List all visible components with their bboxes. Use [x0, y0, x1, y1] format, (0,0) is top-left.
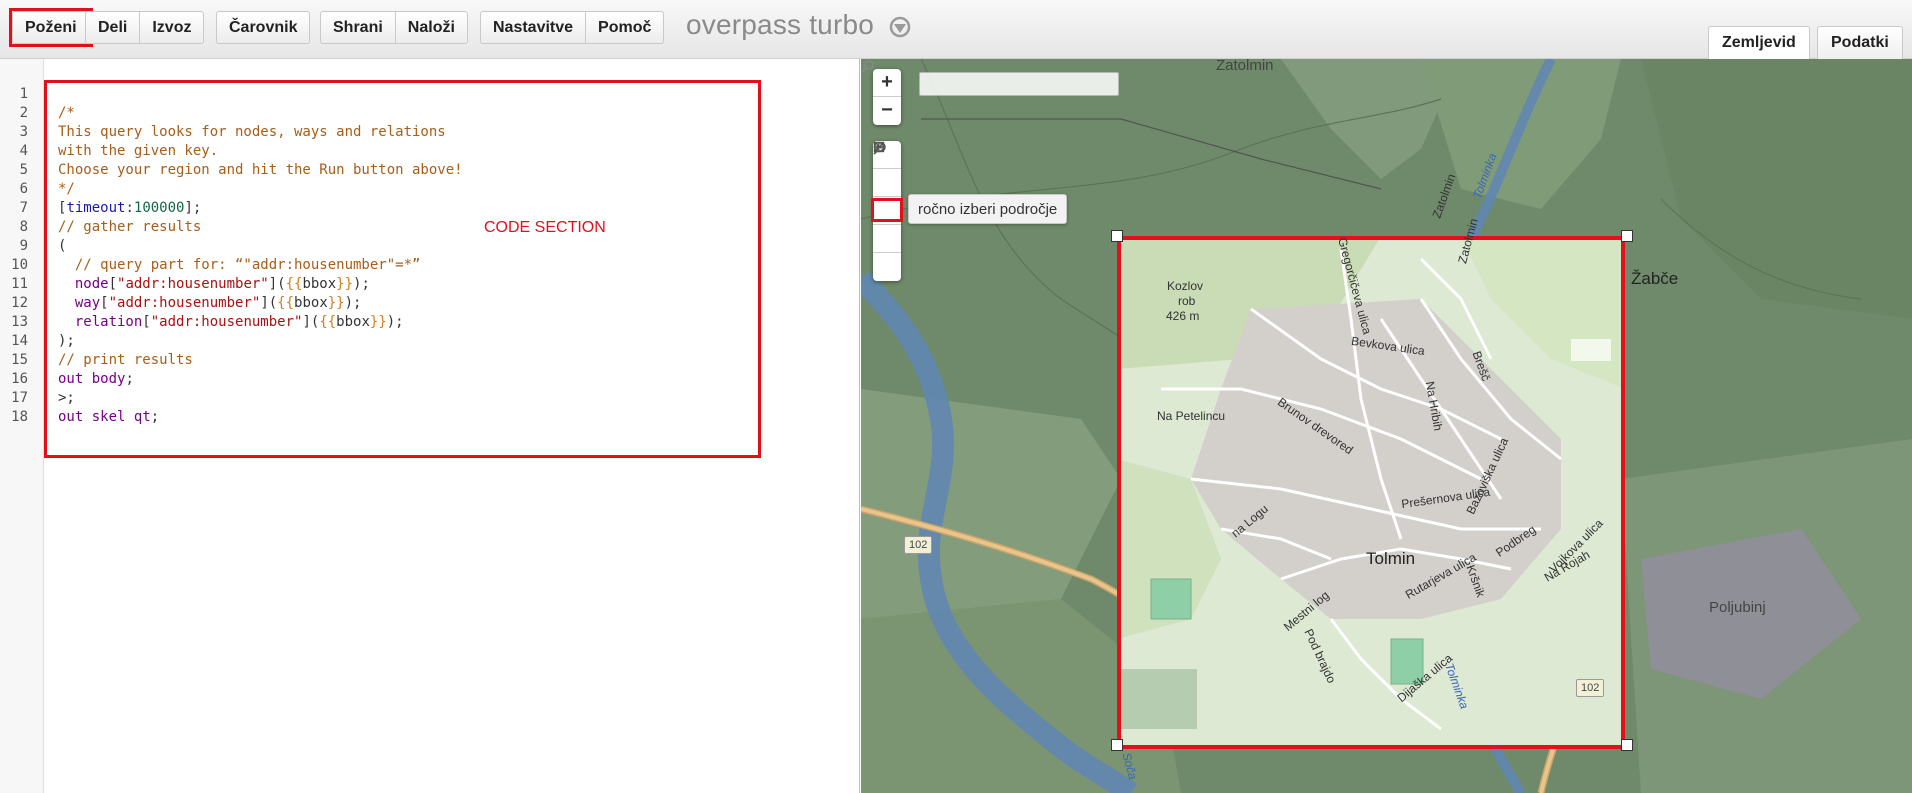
line-number: 1: [19, 86, 28, 102]
line-number: 8: [19, 219, 28, 235]
bbox-handle-top-right[interactable]: [1621, 230, 1633, 242]
map-label-tolmin: Tolmin: [1366, 549, 1416, 568]
line-number: 9: [19, 238, 28, 254]
no-entry-icon[interactable]: [873, 141, 901, 281]
line-number: 3: [19, 124, 28, 140]
zoom-control: + −: [873, 69, 901, 125]
toolbar: Poženi Deli Izvoz Čarovnik Shrani Naloži…: [0, 0, 1912, 59]
bbox-handle-bottom-left[interactable]: [1111, 739, 1123, 751]
line-number-gutter: 1 2 3 4 5 6 7 8 9 10 11 12 13 14 15 16 17 18: [0, 59, 44, 793]
line-number: 18: [11, 409, 28, 425]
line-number: 4: [19, 143, 28, 159]
zoom-out-button[interactable]: −: [873, 97, 901, 125]
load-button[interactable]: Naloži: [396, 12, 467, 43]
map-label-rob: rob: [1178, 294, 1196, 308]
code-section-annotation: CODE SECTION: [484, 219, 606, 236]
line-number: 13: [11, 314, 28, 330]
map-label-na-petelincu: Na Petelincu: [1157, 409, 1226, 423]
map-label-zatolmin: Zatolmin: [1216, 59, 1274, 74]
map-search-input[interactable]: [919, 72, 1119, 96]
line-number: 7: [19, 200, 28, 216]
code-editor[interactable]: 1 2 3 4 5 6 7 8 9 10 11 12 13 14 15 16 17 18 /* This query…: [0, 59, 860, 793]
share-export-group: Deli Izvoz: [85, 11, 205, 44]
app-title: overpass turbo: [686, 9, 875, 40]
line-number: 15: [11, 352, 28, 368]
line-number: 2: [19, 105, 28, 121]
run-button[interactable]: Poženi: [9, 8, 93, 47]
help-button[interactable]: Pomoč: [586, 12, 663, 43]
wizard-group: Čarovnik: [216, 11, 311, 44]
line-number: 5: [19, 162, 28, 178]
skip-back-icon[interactable]: [873, 143, 901, 253]
map-view[interactable]: Zatolmin Žabče Poljubinj Tolmin Kozlov r…: [861, 59, 1912, 793]
bbox-handle-top-left[interactable]: [1111, 230, 1123, 242]
search-icon[interactable]: [861, 59, 875, 73]
run-button-group: Poženi: [9, 8, 93, 47]
overpass-logo-icon: [889, 16, 911, 38]
line-number: 11: [11, 276, 28, 292]
code-section-highlight: [44, 80, 761, 458]
line-number: 17: [11, 390, 28, 406]
line-number: 16: [11, 371, 28, 387]
map-label-poljubinj: Poljubinj: [1709, 599, 1766, 616]
bbox-select-tooltip: ročno izberi področje: [908, 194, 1068, 224]
save-button[interactable]: Shrani: [321, 12, 396, 43]
bbox-handle-bottom-right[interactable]: [1621, 739, 1633, 751]
map-label-elevation: 426 m: [1166, 309, 1200, 323]
circle-icon[interactable]: [873, 142, 901, 197]
share-button[interactable]: Deli: [86, 12, 141, 43]
bbox-tool-highlight: [871, 198, 903, 222]
zoom-in-button[interactable]: +: [873, 69, 901, 97]
settings-button[interactable]: Nastavitve: [481, 12, 587, 43]
tab-map[interactable]: Zemljevid: [1708, 26, 1810, 59]
line-number: 10: [11, 257, 28, 273]
settings-help-group: Nastavitve Pomoč: [480, 11, 665, 44]
tab-data[interactable]: Podatki: [1817, 26, 1903, 59]
map-label-zabce: Žabče: [1631, 269, 1679, 288]
export-button[interactable]: Izvoz: [140, 12, 203, 43]
line-number: 12: [11, 295, 28, 311]
line-number: 6: [19, 181, 28, 197]
wizard-button[interactable]: Čarovnik: [217, 12, 309, 43]
line-number: 14: [11, 333, 28, 349]
road-shield-102-west: 102: [904, 536, 933, 554]
road-shield-102-east: 102: [1576, 679, 1605, 697]
save-load-group: Shrani Naloži: [320, 11, 468, 44]
map-label-kozlov: Kozlov: [1167, 279, 1204, 293]
